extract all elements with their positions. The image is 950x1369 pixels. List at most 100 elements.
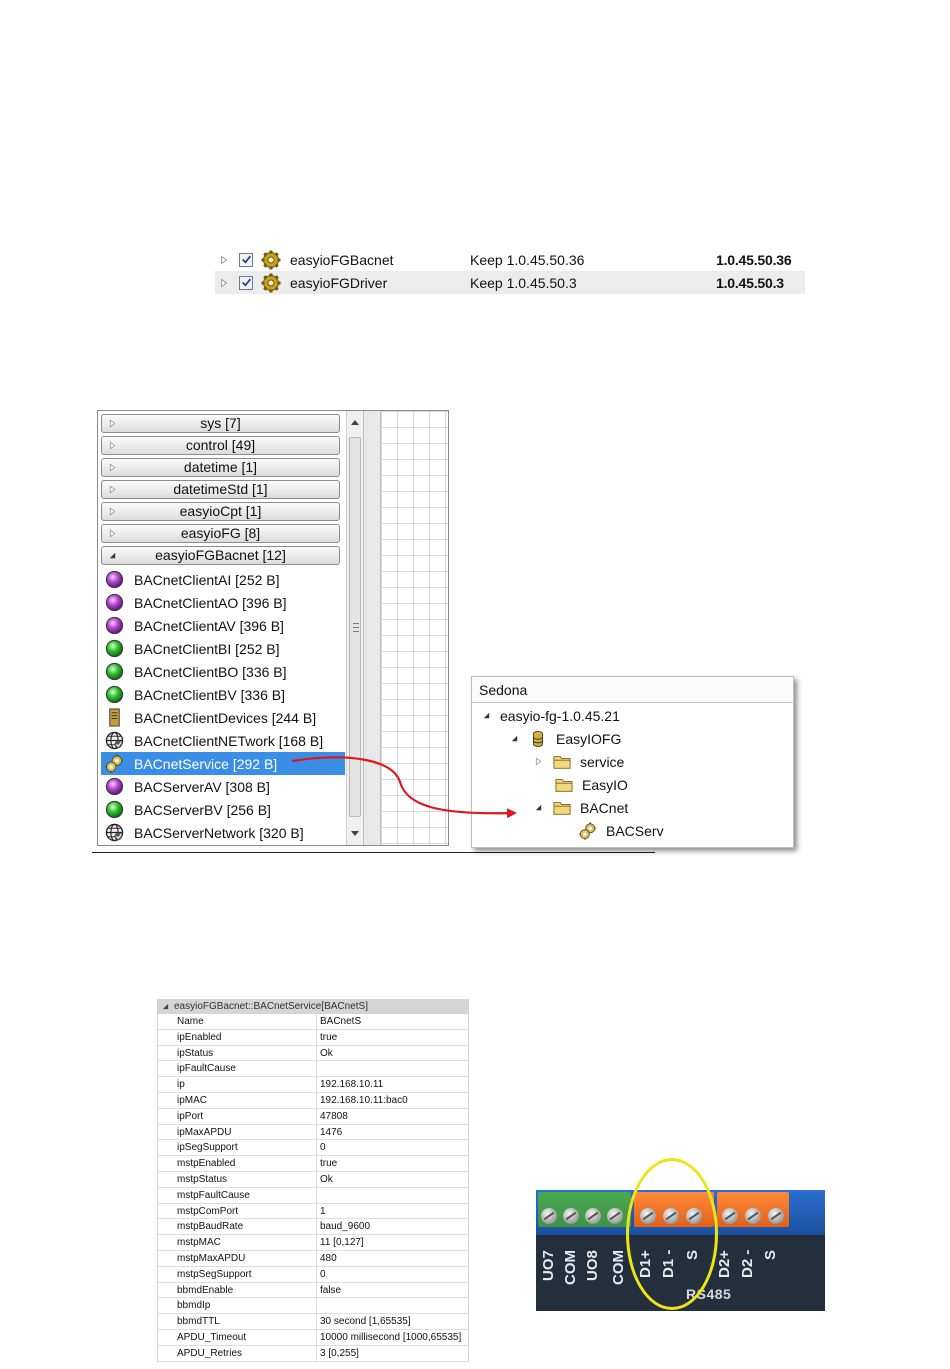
property-row[interactable]: ipSegSupport 0 — [158, 1140, 468, 1157]
kit-action[interactable]: Keep 1.0.45.50.36 — [470, 252, 716, 268]
folder-icon — [553, 801, 571, 815]
palette-item[interactable]: BACnetClientBV [336 B] — [101, 683, 345, 706]
palette-item[interactable]: BACnetClientAI [252 B] — [101, 568, 345, 591]
property-row[interactable]: mstpEnabled true — [158, 1156, 468, 1172]
palette-group-header-expanded[interactable]: easyioFGBacnet [12] — [101, 546, 340, 565]
gears-icon — [579, 821, 596, 840]
kit-row[interactable]: easyioFGDriver Keep 1.0.45.50.3 1.0.45.50.… — [215, 271, 805, 294]
scroll-up-icon[interactable] — [351, 420, 359, 425]
palette-item[interactable]: BACServerBV [256 B] — [101, 798, 345, 821]
tree-node[interactable]: EasyIOFG — [510, 727, 621, 750]
property-row[interactable]: ip 192.168.10.11 — [158, 1077, 468, 1093]
property-sheet-header[interactable]: easyioFGBacnet::BACnetService[BACnetS] — [158, 999, 468, 1014]
kit-action[interactable]: Keep 1.0.45.50.3 — [470, 275, 716, 291]
palette-item-selected[interactable]: BACnetService [292 B] — [101, 752, 345, 775]
property-value[interactable]: 0 — [317, 1267, 326, 1282]
palette-item[interactable]: BACServerAV [308 B] — [101, 775, 345, 798]
property-value[interactable]: true — [317, 1156, 337, 1171]
property-value[interactable]: 480 — [317, 1251, 337, 1266]
property-value[interactable]: 0 — [317, 1140, 326, 1155]
property-row[interactable]: mstpSegSupport 0 — [158, 1266, 468, 1283]
property-value[interactable] — [317, 1061, 320, 1076]
property-value[interactable]: 1 — [317, 1204, 326, 1219]
property-row[interactable]: ipFaultCause — [158, 1061, 468, 1078]
palette-item[interactable]: BACnetClientNETwork [168 B] — [101, 729, 345, 752]
component-icon — [104, 616, 124, 636]
kit-checkbox[interactable] — [239, 252, 253, 267]
property-row[interactable]: mstpBaudRate baud_9600 — [158, 1219, 468, 1236]
property-value[interactable]: 1476 — [317, 1125, 342, 1140]
property-value[interactable]: 47808 — [317, 1109, 348, 1124]
property-row[interactable]: mstpMAC 11 [0,127] — [158, 1235, 468, 1251]
palette-item[interactable]: BACnetClientBI [252 B] — [101, 637, 345, 660]
kit-row[interactable]: easyioFGBacnet Keep 1.0.45.50.36 1.0.45.50… — [215, 248, 805, 271]
purple-ball-icon — [105, 616, 123, 635]
property-value[interactable]: false — [317, 1283, 341, 1298]
property-name: mstpBaudRate — [158, 1219, 317, 1235]
property-value[interactable] — [317, 1188, 320, 1203]
kit-checkbox[interactable] — [239, 275, 253, 290]
property-name: ipMAC — [158, 1092, 317, 1108]
property-value[interactable]: Ok — [317, 1172, 333, 1187]
palette-group-header[interactable]: easyioFG [8] — [101, 524, 340, 543]
tree-node[interactable]: BACServ — [578, 819, 664, 842]
tree-node[interactable]: BACnet — [534, 796, 628, 819]
tree-node[interactable]: service — [534, 750, 624, 773]
property-value[interactable]: 10000 millisecond [1000,65535] — [317, 1330, 461, 1345]
property-value[interactable]: true — [317, 1030, 337, 1045]
collapsed-triangle-icon — [535, 757, 542, 766]
property-row[interactable]: ipPort 47808 — [158, 1108, 468, 1125]
collapsed-triangle-icon — [109, 441, 116, 450]
property-row[interactable]: bbmdTTL 30 second [1,65535] — [158, 1314, 468, 1330]
expanded-triangle-icon[interactable] — [162, 1003, 169, 1010]
property-name: mstpSegSupport — [158, 1266, 317, 1282]
palette-item[interactable]: BACnetClientAO [396 B] — [101, 591, 345, 614]
property-row[interactable]: mstpStatus Ok — [158, 1171, 468, 1188]
palette-group-header[interactable]: sys [7] — [101, 414, 340, 433]
property-value[interactable]: Ok — [317, 1046, 333, 1061]
property-sheet-title: easyioFGBacnet::BACnetService[BACnetS] — [174, 1001, 368, 1012]
palette-group-header[interactable]: datetimeStd [1] — [101, 480, 340, 499]
property-row[interactable]: ipEnabled true — [158, 1029, 468, 1046]
property-value[interactable]: BACnetS — [317, 1014, 361, 1029]
property-row[interactable]: Name BACnetS — [158, 1014, 468, 1030]
scroll-thumb[interactable] — [349, 437, 361, 817]
property-row[interactable]: APDU_Timeout 10000 millisecond [1000,6553… — [158, 1329, 468, 1346]
property-value[interactable] — [317, 1298, 320, 1313]
palette-item[interactable]: BACServerNetwork [320 B] — [101, 821, 345, 844]
palette-group-header[interactable]: control [49] — [101, 436, 340, 455]
property-row[interactable]: mstpFaultCause — [158, 1187, 468, 1204]
palette-scrollbar[interactable] — [346, 411, 363, 845]
palette-group-header[interactable]: easyioCpt [1] — [101, 502, 340, 521]
wiresheet-canvas[interactable] — [381, 411, 448, 845]
terminal-label: UO7 — [540, 1250, 557, 1281]
property-value[interactable]: 192.168.10.11 — [317, 1077, 383, 1092]
property-value[interactable]: 3 [0,255] — [317, 1346, 359, 1361]
kit-list: easyioFGBacnet Keep 1.0.45.50.36 1.0.45.50… — [215, 248, 805, 294]
property-value[interactable]: 11 [0,127] — [317, 1235, 364, 1250]
tree-node[interactable]: easyio-fg-1.0.45.21 — [482, 704, 620, 727]
property-row[interactable]: mstpComPort 1 — [158, 1203, 468, 1220]
palette-item[interactable]: BACnetClientBO [336 B] — [101, 660, 345, 683]
component-palette: sys [7] control [49] datetime [1] datetimeS… — [97, 410, 449, 846]
palette-group-header[interactable]: datetime [1] — [101, 458, 340, 477]
palette-item[interactable]: BACnetClientAV [396 B] — [101, 614, 345, 637]
property-row[interactable]: bbmdIp — [158, 1298, 468, 1315]
terminal-screw — [722, 1208, 738, 1224]
property-row[interactable]: ipStatus Ok — [158, 1045, 468, 1062]
green-ball-icon — [105, 685, 123, 704]
property-row[interactable]: ipMaxAPDU 1476 — [158, 1124, 468, 1141]
palette-group-label: datetime [1] — [183, 459, 258, 475]
property-value[interactable]: 192.168.10.11:bac0 — [317, 1093, 408, 1108]
component-icon — [104, 593, 124, 613]
property-row[interactable]: bbmdEnable false — [158, 1282, 468, 1299]
scroll-down-icon[interactable] — [351, 831, 359, 836]
palette-item[interactable]: BACnetClientDevices [244 B] — [101, 706, 345, 729]
pane-divider[interactable] — [363, 411, 381, 845]
property-value[interactable]: 30 second [1,65535] — [317, 1314, 411, 1329]
property-row[interactable]: mstpMaxAPDU 480 — [158, 1250, 468, 1267]
property-row[interactable]: ipMAC 192.168.10.11:bac0 — [158, 1092, 468, 1109]
tree-node[interactable]: EasyIO — [554, 773, 628, 796]
property-value[interactable]: baud_9600 — [317, 1219, 370, 1234]
property-row[interactable]: APDU_Retries 3 [0,255] — [158, 1345, 468, 1362]
